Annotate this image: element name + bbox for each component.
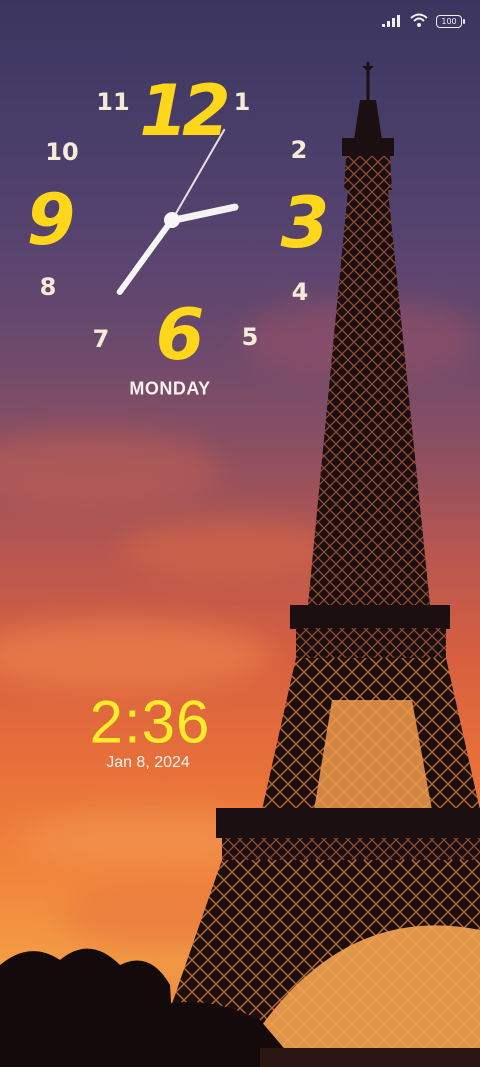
battery-level: 100 [441,16,457,26]
battery-icon: 100 [436,14,465,28]
hour-hand [171,202,240,224]
clock-numeral-5: 5 [241,323,259,351]
status-bar: 100 [382,10,465,32]
clock-numeral-6: 6 [155,294,205,376]
analog-clock-widget[interactable]: 12 11 1 10 2 9 3 8 4 7 6 5 [0,60,350,400]
digital-date: Jan 8, 2024 [106,754,190,771]
clock-numeral-11: 11 [96,88,130,116]
clock-numeral-10: 10 [45,138,79,166]
clock-numeral-7: 7 [92,325,110,353]
wifi-icon [410,12,428,31]
weekday-label: MONDAY [129,378,211,399]
clock-center-pin [164,212,180,228]
clock-numeral-9: 9 [26,179,76,261]
clock-numeral-12: 12 [139,70,230,152]
minute-hand [115,218,175,297]
signal-icon [382,12,402,31]
clock-numeral-4: 4 [291,278,309,306]
digital-time[interactable]: 2:36 [90,688,211,757]
clock-numeral-1: 1 [233,88,251,116]
lock-screen: 100 12 11 1 10 2 9 3 8 4 7 6 5 MONDAY 2:… [0,0,480,1067]
clock-numeral-3: 3 [280,182,330,264]
clock-numeral-8: 8 [39,273,57,301]
clock-numeral-2: 2 [290,136,308,164]
